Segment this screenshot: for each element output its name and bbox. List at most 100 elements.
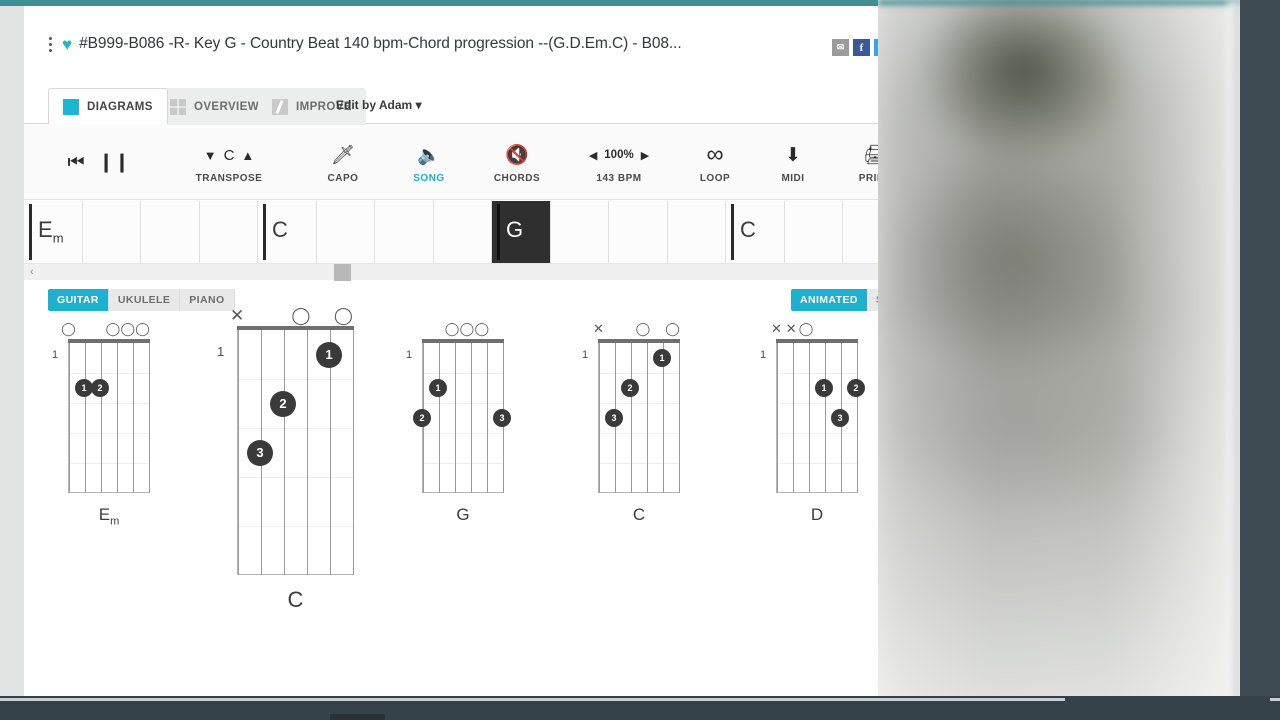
loop-button[interactable]: ∞ LOOP xyxy=(684,125,746,200)
browser-left-gutter xyxy=(0,6,24,696)
chord-diagram[interactable]: ✕ ◯ ◯ 1 2 3 1 C xyxy=(582,319,680,525)
email-share-button[interactable]: ✉ xyxy=(832,39,849,56)
finger-dot: 1 xyxy=(316,341,342,368)
timeline-cell[interactable]: G xyxy=(492,201,551,263)
tempo-percent: 100% xyxy=(604,149,634,161)
fretboard: 1231 xyxy=(760,339,865,495)
string-line xyxy=(487,343,488,493)
song-label: SONG xyxy=(413,173,445,184)
open-string-marker: ◯ xyxy=(635,321,651,336)
timeline-scrollbar[interactable]: ‹ xyxy=(24,263,904,281)
instrument-toggle[interactable]: GUITAR UKULELE PIANO xyxy=(48,289,235,311)
fret-line xyxy=(69,463,149,464)
transpose-down-icon[interactable]: ▼ xyxy=(204,148,217,163)
chord-diagram[interactable]: ◯ ◯ ◯ 1 2 3 1 G xyxy=(406,319,511,525)
timeline-cell[interactable] xyxy=(199,201,258,263)
no-marker xyxy=(269,306,290,326)
timeline-cell[interactable] xyxy=(550,201,609,263)
no-marker xyxy=(813,319,828,339)
open-string-marker: ◯ xyxy=(61,321,76,336)
timeline-cell[interactable] xyxy=(316,201,375,263)
measure-bar-line xyxy=(263,204,266,260)
instrument-ukulele[interactable]: UKULELE xyxy=(108,289,181,311)
midi-label: MIDI xyxy=(781,173,805,184)
string-line xyxy=(857,343,858,493)
string-markers: ◯ ◯ ◯ xyxy=(422,319,504,339)
scrollbar-thumb[interactable] xyxy=(334,264,351,281)
string-line xyxy=(647,343,648,493)
fret-line xyxy=(599,403,679,404)
facebook-share-button[interactable]: f xyxy=(853,39,870,56)
timeline-cell[interactable] xyxy=(141,201,200,263)
no-marker xyxy=(650,319,665,339)
rewind-button[interactable]: ⏮ xyxy=(58,125,94,200)
timeline-cell[interactable] xyxy=(667,201,726,263)
desktop-right-margin xyxy=(1240,0,1280,702)
finger-dot: 1 xyxy=(429,379,447,397)
fretboard: 1231 xyxy=(406,339,511,495)
string-line xyxy=(307,330,308,575)
fret-line xyxy=(238,379,353,380)
finger-dot: 3 xyxy=(493,409,511,427)
transpose-value: C xyxy=(223,146,235,164)
string-line xyxy=(284,330,285,575)
open-string-marker: ◯ xyxy=(120,321,135,336)
tab-overview-label: OVERVIEW xyxy=(194,100,259,113)
transpose-control[interactable]: ▼ C ▲ TRANSPOSE xyxy=(182,125,276,200)
fret-line xyxy=(777,433,857,434)
timeline-cell[interactable] xyxy=(609,201,668,263)
string-markers: ✕ ◯ ◯ xyxy=(230,306,354,326)
edit-by-dropdown[interactable]: Edit by Adam ▾ xyxy=(336,98,422,112)
midi-button[interactable]: ⬇ MIDI xyxy=(764,125,822,200)
song-button[interactable]: 🔈 SONG xyxy=(398,125,460,200)
chords-button[interactable]: 🔇 CHORDS xyxy=(486,125,548,200)
finger-dot: 1 xyxy=(653,349,671,367)
tab-overview[interactable]: OVERVIEW xyxy=(156,88,273,125)
player-toolbar: ⏮ ❙❙ ▼ C ▲ TRANSPOSE 🗡 CAPO 🔈 SONG 🔇 CHO… xyxy=(24,125,904,200)
chord-diagram[interactable]: ◯ ◯ ◯ ◯ 1 2 1 Em xyxy=(52,319,150,527)
fretboard: 1231 xyxy=(217,326,354,577)
taskbar[interactable] xyxy=(0,696,1280,720)
fret-line xyxy=(777,463,857,464)
heart-icon[interactable]: ♥ xyxy=(62,36,72,53)
string-line xyxy=(793,343,794,493)
download-icon: ⬇ xyxy=(785,144,801,166)
no-marker xyxy=(76,319,91,339)
scroll-left-icon[interactable]: ‹ xyxy=(30,266,34,278)
finger-dot: 2 xyxy=(413,409,431,427)
tab-diagrams-label: DIAGRAMS xyxy=(87,100,153,113)
view-animated[interactable]: ANIMATED xyxy=(791,289,867,311)
capo-button[interactable]: 🗡 CAPO xyxy=(312,125,374,200)
tempo-prev-icon[interactable]: ◀ xyxy=(589,149,597,162)
instrument-guitar[interactable]: GUITAR xyxy=(48,289,109,311)
loop-icon: ∞ xyxy=(706,141,724,168)
fret-line xyxy=(69,403,149,404)
tab-diagrams[interactable]: DIAGRAMS xyxy=(48,88,168,125)
timeline-cell[interactable] xyxy=(375,201,434,263)
string-line xyxy=(85,343,86,493)
timeline-cell[interactable]: C xyxy=(726,201,785,263)
timeline-cell[interactable]: C xyxy=(258,201,317,263)
timeline-cell[interactable] xyxy=(433,201,492,263)
open-string-marker: ◯ xyxy=(459,321,475,336)
fretboard: 121 xyxy=(52,339,150,495)
timeline-cell[interactable]: Em xyxy=(24,201,83,263)
fret-line xyxy=(777,373,857,374)
timeline-cell[interactable] xyxy=(82,201,141,263)
transpose-up-icon[interactable]: ▲ xyxy=(241,148,254,163)
chord-diagram[interactable]: ✕ ◯ ◯ 1 2 3 1 C xyxy=(217,306,354,613)
taskbar-item[interactable] xyxy=(330,714,385,720)
open-string-marker: ◯ xyxy=(105,321,121,336)
kebab-menu-icon[interactable] xyxy=(40,36,60,52)
fret-line xyxy=(599,373,679,374)
tempo-next-icon[interactable]: ▶ xyxy=(641,149,649,162)
muted-string-marker: ✕ xyxy=(785,321,797,336)
chord-timeline[interactable]: Em C G C xyxy=(24,201,904,263)
pause-button[interactable]: ❙❙ xyxy=(96,125,132,200)
timeline-cell[interactable] xyxy=(784,201,843,263)
open-string-marker: ◯ xyxy=(333,306,353,325)
chord-diagram[interactable]: ✕ ✕ ◯ 1 2 3 1 D xyxy=(760,319,865,525)
finger-dot: 2 xyxy=(621,379,639,397)
fret-line xyxy=(423,463,503,464)
tempo-control[interactable]: ◀ 100% ▶ 143 BPM xyxy=(580,125,658,200)
